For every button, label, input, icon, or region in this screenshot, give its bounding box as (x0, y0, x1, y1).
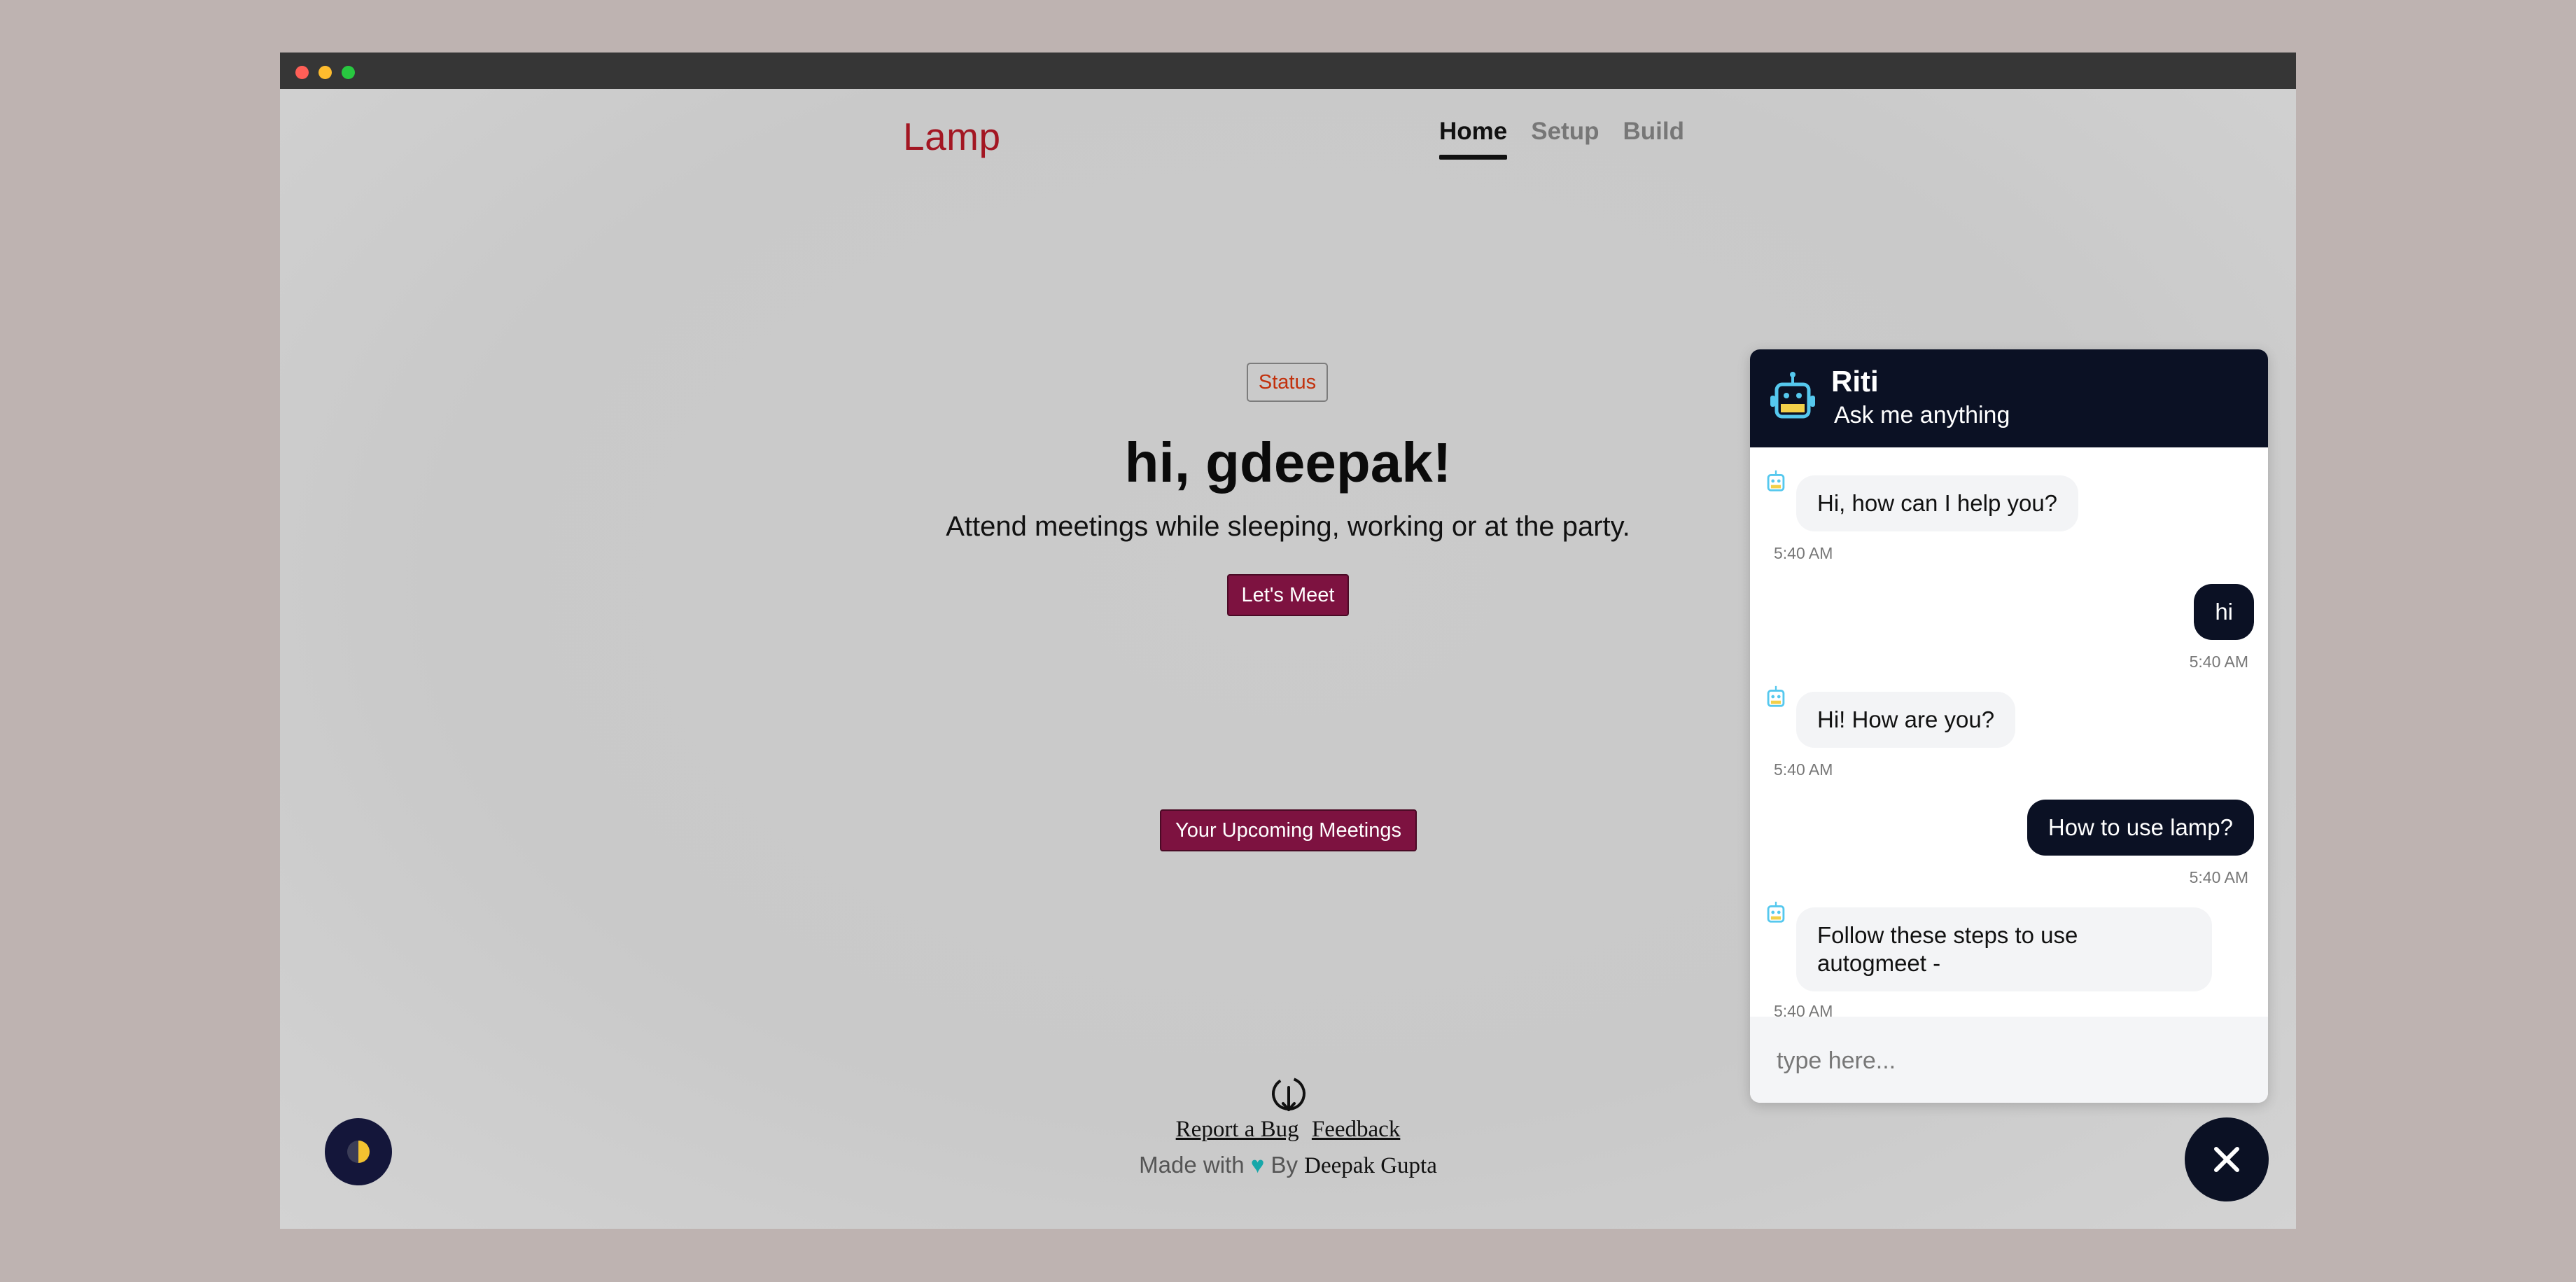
status-button[interactable]: Status (1247, 363, 1328, 402)
app-logo[interactable]: Lamp (903, 114, 1001, 159)
theme-toggle-button[interactable] (325, 1118, 392, 1185)
message-time: 5:40 AM (2189, 653, 2248, 671)
chat-messages[interactable]: Hi, how can I help you? 5:40 AM hi 5:40 … (1750, 447, 2268, 1017)
lets-meet-button[interactable]: Let's Meet (1227, 574, 1349, 616)
footer-links: Report a Bug Feedback (280, 1117, 2296, 1143)
footer-credit: Made with ♥ By Deepak Gupta (280, 1152, 2296, 1179)
window-titlebar (280, 53, 2296, 89)
message-time: 5:40 AM (1774, 1002, 1833, 1017)
close-chat-button[interactable] (2185, 1117, 2269, 1201)
robot-icon (1767, 901, 1785, 923)
report-bug-link[interactable]: Report a Bug (1176, 1117, 1299, 1142)
download-circle-icon[interactable] (1270, 1075, 1308, 1113)
chat-input[interactable] (1775, 1043, 2240, 1078)
chat-input-area (1750, 1017, 2268, 1103)
robot-icon (1770, 372, 1815, 419)
chat-bot-tagline: Ask me anything (1834, 402, 2010, 429)
message-time: 5:40 AM (2189, 868, 2248, 886)
heart-icon: ♥ (1250, 1152, 1265, 1178)
upcoming-meetings-button[interactable]: Your Upcoming Meetings (1160, 809, 1417, 851)
close-window-button[interactable] (295, 66, 309, 79)
by-text: By (1270, 1152, 1298, 1178)
close-icon (2214, 1147, 2239, 1172)
made-with-text: Made with (1139, 1152, 1245, 1178)
chat-bot-name: Riti (1831, 365, 1879, 398)
main-nav: Home Setup Build (1439, 118, 1684, 160)
bot-message: Hi! How are you? (1796, 692, 2016, 748)
message-time: 5:40 AM (1774, 760, 1833, 779)
nav-home[interactable]: Home (1439, 118, 1508, 160)
half-moon-icon (347, 1141, 370, 1163)
user-message: How to use lamp? (2026, 800, 2254, 856)
minimize-window-button[interactable] (318, 66, 332, 79)
nav-build[interactable]: Build (1623, 118, 1684, 160)
browser-window: Lamp Home Setup Build Status hi, gdeepak… (280, 53, 2296, 1229)
bot-message: Hi, how can I help you? (1796, 475, 2079, 531)
chat-header: Riti Ask me anything (1750, 349, 2268, 447)
message-time: 5:40 AM (1774, 544, 1833, 562)
user-message: hi (2194, 584, 2254, 640)
nav-setup[interactable]: Setup (1531, 118, 1599, 160)
author-name: Deepak Gupta (1304, 1153, 1437, 1178)
maximize-window-button[interactable] (342, 66, 355, 79)
bot-message: Follow these steps to use autogmeet - (1796, 907, 2212, 991)
feedback-link[interactable]: Feedback (1312, 1117, 1400, 1142)
chat-widget: Riti Ask me anything Hi, how can I help … (1750, 349, 2268, 1103)
robot-icon (1767, 685, 1785, 707)
robot-icon (1767, 470, 1785, 492)
